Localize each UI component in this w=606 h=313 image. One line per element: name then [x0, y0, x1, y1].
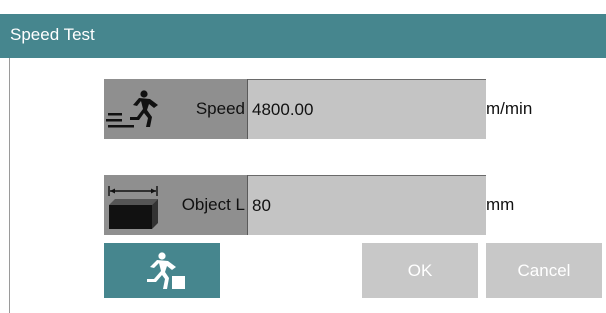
speed-input[interactable] — [248, 79, 486, 139]
running-speed-icon — [106, 90, 158, 128]
speed-label-box: Speed — [104, 79, 248, 139]
speed-unit: m/min — [486, 99, 533, 118]
object-length-icon — [108, 186, 158, 229]
ok-button[interactable]: OK — [362, 243, 478, 298]
object-length-unit: mm — [486, 195, 515, 214]
dialog-left-border — [9, 58, 10, 313]
dialog-title: Speed Test — [10, 25, 95, 44]
object-length-label: Object L — [181, 195, 245, 214]
run-test-button[interactable] — [104, 243, 220, 298]
speed-test-dialog: Speed Test Speed m/min — [0, 0, 606, 313]
run-test-icon — [147, 252, 185, 289]
speed-label: Speed — [195, 99, 245, 118]
cancel-button[interactable]: Cancel — [486, 243, 602, 298]
title-bar: Speed Test — [0, 14, 606, 58]
object-length-input[interactable] — [248, 175, 486, 235]
object-length-label-box: Object L — [104, 175, 248, 235]
